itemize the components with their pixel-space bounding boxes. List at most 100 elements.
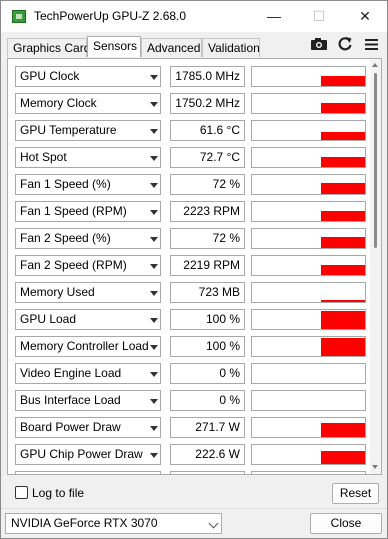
sensor-graph (251, 174, 366, 195)
camera-icon[interactable] (309, 35, 329, 53)
sensor-graph-bar (321, 76, 365, 86)
sensor-name-dropdown[interactable]: Board Power Draw (15, 417, 161, 438)
tab-validation[interactable]: Validation (202, 38, 260, 57)
sensor-name-dropdown[interactable]: Fan 2 Speed (RPM) (15, 255, 161, 276)
sensor-value: 0 % (170, 390, 245, 411)
vertical-scrollbar[interactable] (370, 59, 381, 474)
title-bar[interactable]: TechPowerUp GPU-Z 2.68.0 — ☐ ✕ (1, 1, 387, 32)
sensor-name-dropdown[interactable]: Memory Used (15, 282, 161, 303)
sensor-name-dropdown[interactable]: Fan 1 Speed (%) (15, 174, 161, 195)
sensor-row: Fan 2 Speed (%) 72 % (15, 228, 367, 250)
gpuz-app-icon (12, 10, 26, 23)
minimize-button[interactable]: — (259, 6, 289, 26)
sensor-graph (251, 309, 366, 330)
sensor-graph-bar (321, 211, 365, 221)
sensor-row: GPU Chip Power Draw 222.6 W (15, 444, 367, 466)
sensor-graph-bar (321, 183, 365, 194)
sensor-name-label: Fan 1 Speed (RPM) (20, 204, 127, 218)
sensor-graph-bar (321, 300, 365, 302)
sensor-graph (251, 363, 366, 384)
sensor-row: Video Engine Load 0 % (15, 363, 367, 385)
sensor-row: GPU Load 100 % (15, 309, 367, 331)
sensor-graph (251, 390, 366, 411)
sensor-graph (251, 255, 366, 276)
sensor-value: 61.6 °C (170, 120, 245, 141)
sensor-name-dropdown[interactable]: Video Engine Load (15, 363, 161, 384)
sensor-graph-bar (321, 423, 365, 437)
maximize-button[interactable]: ☐ (304, 6, 334, 26)
dropdown-arrow-icon (150, 399, 158, 404)
sensor-name-dropdown[interactable]: Memory Controller Load (15, 336, 161, 357)
sensor-graph (251, 471, 366, 474)
sensor-name-label: Hot Spot (20, 150, 67, 164)
tab-advanced[interactable]: Advanced (141, 38, 202, 57)
sensor-name-dropdown[interactable]: Bus Interface Load (15, 390, 161, 411)
sensor-name-label: PWR_SRC Power Draw (20, 474, 149, 475)
sensor-name-dropdown[interactable]: GPU Chip Power Draw (15, 444, 161, 465)
scroll-thumb[interactable] (374, 73, 377, 248)
sensor-name-label: Video Engine Load (20, 366, 122, 380)
sensor-row: PWR_SRC Power Draw 49.1 W (15, 471, 367, 475)
sensor-name-label: Memory Used (20, 285, 95, 299)
sensor-graph-bar (321, 451, 365, 464)
sensor-value: 2219 RPM (170, 255, 245, 276)
dropdown-arrow-icon (150, 183, 158, 188)
dropdown-arrow-icon (150, 237, 158, 242)
tab-sensors[interactable]: Sensors (87, 36, 141, 57)
sensor-value: 72.7 °C (170, 147, 245, 168)
log-to-file-checkbox[interactable] (15, 486, 28, 499)
sensor-graph-bar (321, 265, 365, 275)
sensor-name-dropdown[interactable]: Fan 2 Speed (%) (15, 228, 161, 249)
scroll-down-arrow-icon[interactable] (372, 465, 378, 469)
gpu-select-dropdown[interactable]: NVIDIA GeForce RTX 3070 (5, 513, 222, 534)
sensor-row: Memory Used 723 MB (15, 282, 367, 304)
sensor-graph (251, 120, 366, 141)
log-to-file-label[interactable]: Log to file (32, 486, 84, 500)
sensor-value: 0 % (170, 363, 245, 384)
dropdown-arrow-icon (150, 102, 158, 107)
sensor-name-label: Bus Interface Load (20, 393, 121, 407)
sensor-name-dropdown[interactable]: GPU Temperature (15, 120, 161, 141)
sensor-name-label: GPU Chip Power Draw (20, 447, 143, 461)
sensor-row: Fan 1 Speed (RPM) 2223 RPM (15, 201, 367, 223)
dropdown-arrow-icon (150, 156, 158, 161)
dropdown-arrow-icon (150, 264, 158, 269)
sensor-graph-bar (321, 338, 365, 356)
sensor-name-dropdown[interactable]: Memory Clock (15, 93, 161, 114)
sensor-value: 271.7 W (170, 417, 245, 438)
sensor-graph-bar (321, 132, 365, 140)
dropdown-arrow-icon (150, 318, 158, 323)
sensor-value: 100 % (170, 309, 245, 330)
sensor-graph (251, 444, 366, 465)
sensor-graph (251, 93, 366, 114)
dropdown-arrow-icon (150, 453, 158, 458)
sensor-graph (251, 282, 366, 303)
sensor-name-dropdown[interactable]: Fan 1 Speed (RPM) (15, 201, 161, 222)
sensor-row: Hot Spot 72.7 °C (15, 147, 367, 169)
sensor-row: Memory Controller Load 100 % (15, 336, 367, 358)
sensor-value: 72 % (170, 228, 245, 249)
dropdown-arrow-icon (150, 210, 158, 215)
scroll-up-arrow-icon[interactable] (372, 63, 378, 67)
sensor-name-dropdown[interactable]: PWR_SRC Power Draw (15, 471, 161, 475)
sensor-graph-bar (321, 103, 365, 113)
sensor-name-label: Fan 2 Speed (RPM) (20, 258, 127, 272)
close-window-button[interactable]: ✕ (350, 6, 380, 26)
tab-graphics-card[interactable]: Graphics Card (7, 38, 90, 57)
gpuz-window: TechPowerUp GPU-Z 2.68.0 — ☐ ✕ Graphics … (0, 0, 388, 539)
menu-icon[interactable] (362, 35, 382, 53)
close-button[interactable]: Close (310, 513, 382, 534)
sensor-name-dropdown[interactable]: Hot Spot (15, 147, 161, 168)
sensor-row: Memory Clock 1750.2 MHz (15, 93, 367, 115)
sensor-value: 1785.0 MHz (170, 66, 245, 87)
sensor-name-label: Board Power Draw (20, 420, 121, 434)
sensor-graph (251, 417, 366, 438)
sensor-graph (251, 228, 366, 249)
reset-button[interactable]: Reset (332, 483, 379, 504)
sensor-row: Fan 1 Speed (%) 72 % (15, 174, 367, 196)
sensor-name-dropdown[interactable]: GPU Load (15, 309, 161, 330)
sensor-name-dropdown[interactable]: GPU Clock (15, 66, 161, 87)
sensor-value: 49.1 W (170, 471, 245, 474)
refresh-icon[interactable] (335, 35, 355, 53)
divider (1, 508, 387, 509)
